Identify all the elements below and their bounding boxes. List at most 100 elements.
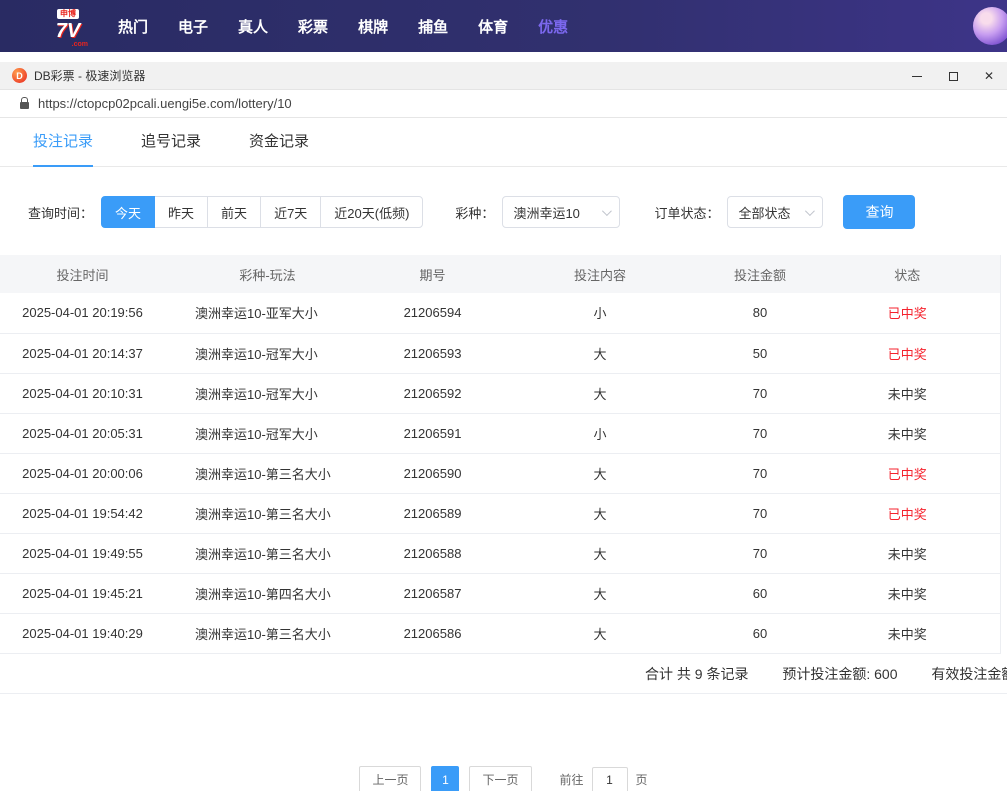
table-row: 2025-04-01 20:05:31澳洲幸运10-冠军大小21206591小7… [0,413,1000,453]
goto-page-suffix: 页 [636,771,648,788]
content-cell: 大 [495,453,705,493]
chevron-down-icon [602,206,612,216]
chevron-down-icon [805,206,815,216]
url-text[interactable]: https://ctopcp02pcali.uengi5e.com/lotter… [38,96,292,111]
tab-2[interactable]: 资金记录 [249,130,309,167]
time-option-3[interactable]: 近7天 [260,196,321,228]
time-cell: 2025-04-01 20:14:37 [0,333,165,373]
game-cell: 澳洲幸运10-冠军大小 [165,413,370,453]
game-cell: 澳洲幸运10-冠军大小 [165,373,370,413]
table-row: 2025-04-01 20:19:56澳洲幸运10-亚军大小21206594小8… [0,293,1000,333]
menu-item-6[interactable]: 体育 [478,16,508,37]
menu-item-7[interactable]: 优惠 [538,16,568,37]
record-tabs: 投注记录 追号记录 资金记录 [0,118,1007,167]
time-cell: 2025-04-01 19:45:21 [0,573,165,613]
bet-records-table: 投注时间彩种-玩法期号投注内容投注金额状态 2025-04-01 20:19:5… [0,255,1001,654]
prev-page-button[interactable]: 上一页 [359,766,421,791]
col-header-1: 彩种-玩法 [165,255,370,293]
game-cell: 澳洲幸运10-冠军大小 [165,333,370,373]
game-cell: 澳洲幸运10-第三名大小 [165,453,370,493]
search-button[interactable]: 查询 [843,195,915,229]
table-body: 2025-04-01 20:19:56澳洲幸运10-亚军大小21206594小8… [0,293,1000,653]
main-content: 投注记录追号记录资金记录 查询时间： 今天昨天前天近7天近20天(低频) 彩种：… [0,118,1007,791]
table-header-row: 投注时间彩种-玩法期号投注内容投注金额状态 [0,255,1000,293]
top-navbar: 申博 7V .com 热门 电子 真人 彩票 棋牌 捕鱼 体育 优惠 [0,0,1007,52]
menu-item-0[interactable]: 热门 [118,16,148,37]
goto-page-label: 前往 [560,771,584,788]
close-button[interactable]: ✕ [971,62,1007,90]
next-page-button[interactable]: 下一页 [469,766,531,791]
time-option-1[interactable]: 昨天 [154,196,208,228]
table-row: 2025-04-01 20:10:31澳洲幸运10-冠军大小21206592大7… [0,373,1000,413]
tab-0[interactable]: 投注记录 [33,130,93,167]
status-cell: 已中奖 [815,453,1000,493]
menu-item-1[interactable]: 电子 [178,16,208,37]
time-cell: 2025-04-01 19:40:29 [0,613,165,653]
content-cell: 大 [495,333,705,373]
logo-top-text: 申博 [57,9,79,19]
issue-cell: 21206590 [370,453,495,493]
pagination: 上一页 1 下一页 前往 页 [0,766,1007,791]
table-row: 2025-04-01 20:14:37澳洲幸运10-冠军大小21206593大5… [0,333,1000,373]
time-cell: 2025-04-01 19:49:55 [0,533,165,573]
time-option-2[interactable]: 前天 [207,196,261,228]
menu-item-2[interactable]: 真人 [238,16,268,37]
menu-item-4[interactable]: 棋牌 [358,16,388,37]
logo-main-text: 7V [42,21,94,41]
amount-cell: 60 [705,613,815,653]
amount-cell: 70 [705,413,815,453]
col-header-2: 期号 [370,255,495,293]
tab-1[interactable]: 追号记录 [141,130,201,167]
minimize-icon [912,76,922,77]
game-cell: 澳洲幸运10-第四名大小 [165,573,370,613]
issue-cell: 21206589 [370,493,495,533]
amount-cell: 60 [705,573,815,613]
time-option-0[interactable]: 今天 [101,196,155,228]
browser-app-icon: D [12,68,27,83]
time-cell: 2025-04-01 20:05:31 [0,413,165,453]
status-cell: 未中奖 [815,533,1000,573]
menu-item-5[interactable]: 捕鱼 [418,16,448,37]
table-row: 2025-04-01 19:40:29澳洲幸运10-第三名大小21206586大… [0,613,1000,653]
content-cell: 大 [495,533,705,573]
table-row: 2025-04-01 19:45:21澳洲幸运10-第四名大小21206587大… [0,573,1000,613]
avatar[interactable] [973,7,1007,45]
content-cell: 小 [495,293,705,333]
time-filter-label: 查询时间： [28,203,93,222]
summary-total: 合计 共 9 条记录 [645,666,748,682]
content-cell: 小 [495,413,705,453]
page: 申博 7V .com 热门 电子 真人 彩票 棋牌 捕鱼 体育 优惠 D DB彩票 - 极速浏… [0,0,1007,791]
main-menu: 热门 电子 真人 彩票 棋牌 捕鱼 体育 优惠 [118,16,568,37]
game-cell: 澳洲幸运10-第三名大小 [165,533,370,573]
summary-row: 合计 共 9 条记录 预计投注金额: 600 有效投注金额 [0,654,1007,694]
amount-cell: 70 [705,533,815,573]
maximize-button[interactable] [935,62,971,90]
time-option-4[interactable]: 近20天(低频) [320,196,423,228]
time-range-group: 今天昨天前天近7天近20天(低频) [101,196,423,228]
window-title: DB彩票 - 极速浏览器 [34,67,145,84]
status-cell: 未中奖 [815,613,1000,653]
game-cell: 澳洲幸运10-第三名大小 [165,613,370,653]
status-cell: 未中奖 [815,573,1000,613]
status-filter-label: 订单状态： [654,203,719,222]
issue-cell: 21206588 [370,533,495,573]
page-number-1[interactable]: 1 [431,766,459,791]
site-logo[interactable]: 申博 7V .com [42,4,94,48]
amount-cell: 70 [705,453,815,493]
maximize-icon [949,72,958,81]
browser-urlbar: https://ctopcp02pcali.uengi5e.com/lotter… [0,90,1007,118]
issue-cell: 21206592 [370,373,495,413]
issue-cell: 21206593 [370,333,495,373]
browser-titlebar: D DB彩票 - 极速浏览器 ✕ [0,62,1007,90]
col-header-0: 投注时间 [0,255,165,293]
logo-sub-text: .com [42,41,94,48]
status-select[interactable]: 全部状态 [727,196,823,228]
status-cell: 未中奖 [815,413,1000,453]
minimize-button[interactable] [899,62,935,90]
lottery-select[interactable]: 澳洲幸运10 [502,196,620,228]
menu-item-3[interactable]: 彩票 [298,16,328,37]
goto-page-input[interactable] [592,767,628,791]
col-header-3: 投注内容 [495,255,705,293]
game-cell: 澳洲幸运10-亚军大小 [165,293,370,333]
amount-cell: 70 [705,373,815,413]
